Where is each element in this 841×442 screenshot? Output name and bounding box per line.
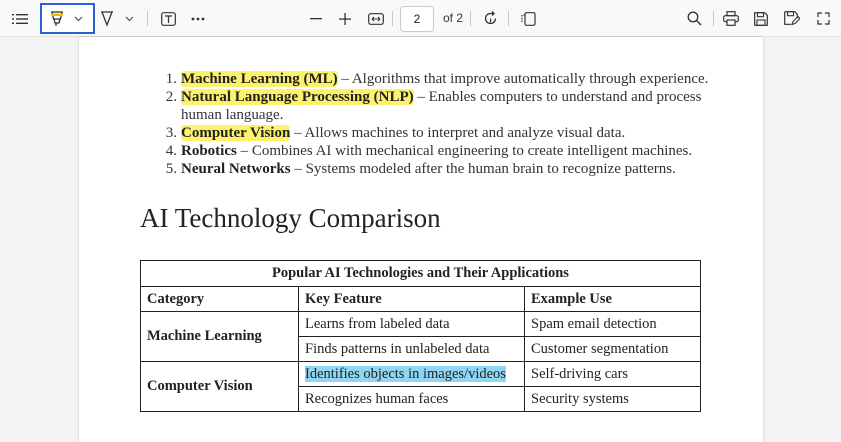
table-caption-row: Popular AI Technologies and Their Applic… [140,260,701,287]
draw-options-button[interactable] [121,0,137,37]
fit-page-icon [368,12,384,25]
page-view-icon [520,11,536,26]
separator [392,11,393,26]
search-button[interactable] [683,0,705,37]
selected-text[interactable]: Identifies objects in images/videos [305,365,506,382]
list-item: 3. Computer Vision – Allows machines to … [159,124,719,142]
zoom-in-button[interactable] [335,0,355,37]
use-cell: Self-driving cars [524,361,701,387]
separator [508,11,509,26]
feature-cell: Identifies objects in images/videos [298,361,525,387]
separator [713,11,714,26]
list-term[interactable]: Machine Learning (ML) [181,71,338,87]
save-as-button[interactable] [781,0,803,37]
table-caption: Popular AI Technologies and Their Applic… [140,260,701,287]
list-number: 3. [165,125,177,141]
list-desc: – Combines AI with mechanical engineerin… [236,143,693,159]
list-term[interactable]: Computer Vision [181,125,291,141]
save-icon [754,11,768,26]
list-number: 5. [165,161,177,177]
page-total: of 2 [443,11,464,25]
category-cell: Computer Vision [140,361,299,412]
text-icon [160,11,176,26]
list-item: 4. Robotics – Combines AI with mechanica… [159,142,719,160]
list-icon [12,13,28,24]
feature-cell: Recognizes human faces [298,386,525,412]
section-heading: AI Technology Comparison [140,203,441,233]
list-number: 4. [165,143,177,159]
print-icon [723,11,739,26]
list-term: Robotics [181,143,237,159]
search-icon [687,11,701,26]
ai-topics-list: 1. Machine Learning (ML) – Algorithms th… [159,70,719,178]
list-item: 5. Neural Networks – Systems modeled aft… [159,160,719,178]
plus-icon [339,12,351,25]
text-button[interactable] [157,0,179,37]
expand-button[interactable] [812,0,834,37]
use-cell: Spam email detection [524,311,701,337]
list-term[interactable]: Natural Language Processing (NLP) [181,89,414,105]
save-button[interactable] [750,0,772,37]
save-as-icon [784,11,800,26]
feature-cell: Finds patterns in unlabeled data [298,336,525,362]
expand-icon [816,12,830,25]
chevron-down-icon [74,16,82,21]
column-header: Example Use [524,286,701,312]
more-button[interactable] [187,0,209,37]
chevron-down-icon [125,16,133,21]
pdf-page: 1. Machine Learning (ML) – Algorithms th… [79,37,763,442]
table-header-row: Category Key Feature Example Use [140,286,701,312]
table-row: Machine Learning Learns from labeled dat… [140,311,701,362]
minus-icon [310,17,322,19]
more-icon [191,17,205,20]
rotate-icon [484,11,496,25]
highlight-options-button[interactable] [70,0,86,37]
draw-button[interactable] [98,0,116,37]
column-header: Category [140,286,299,312]
table-row: Computer Vision Identifies objects in im… [140,361,701,412]
use-cell: Customer segmentation [524,336,701,362]
print-button[interactable] [720,0,742,37]
separator [147,11,148,26]
toolbar: 2 of 2 [0,0,841,37]
page-view-button[interactable] [517,0,539,37]
comparison-table: Popular AI Technologies and Their Applic… [140,260,701,412]
zoom-out-button[interactable] [306,0,326,37]
list-desc: – Allows machines to interpret and analy… [290,125,626,141]
list-item: 1. Machine Learning (ML) – Algorithms th… [159,70,719,88]
feature-cell: Learns from labeled data [298,311,525,337]
page-number-input[interactable]: 2 [400,6,434,32]
separator [470,11,471,26]
list-item: 2. Natural Language Processing (NLP) – E… [159,88,719,124]
list-term: Neural Networks [181,161,291,177]
category-cell: Machine Learning [140,311,299,362]
column-header: Key Feature [298,286,525,312]
list-desc: – Algorithms that improve automatically … [337,71,709,87]
list-number: 1. [165,71,177,87]
rotate-button[interactable] [479,0,501,37]
list-desc: – Systems modeled after the human brain … [290,161,676,177]
draw-icon [101,10,113,27]
fit-page-button[interactable] [365,0,387,37]
contents-button[interactable] [8,0,32,37]
use-cell: Security systems [524,386,701,412]
highlight-button[interactable] [46,0,68,37]
document-viewport[interactable]: 1. Machine Learning (ML) – Algorithms th… [0,37,841,442]
list-number: 2. [165,89,177,105]
highlighter-icon [51,10,63,26]
